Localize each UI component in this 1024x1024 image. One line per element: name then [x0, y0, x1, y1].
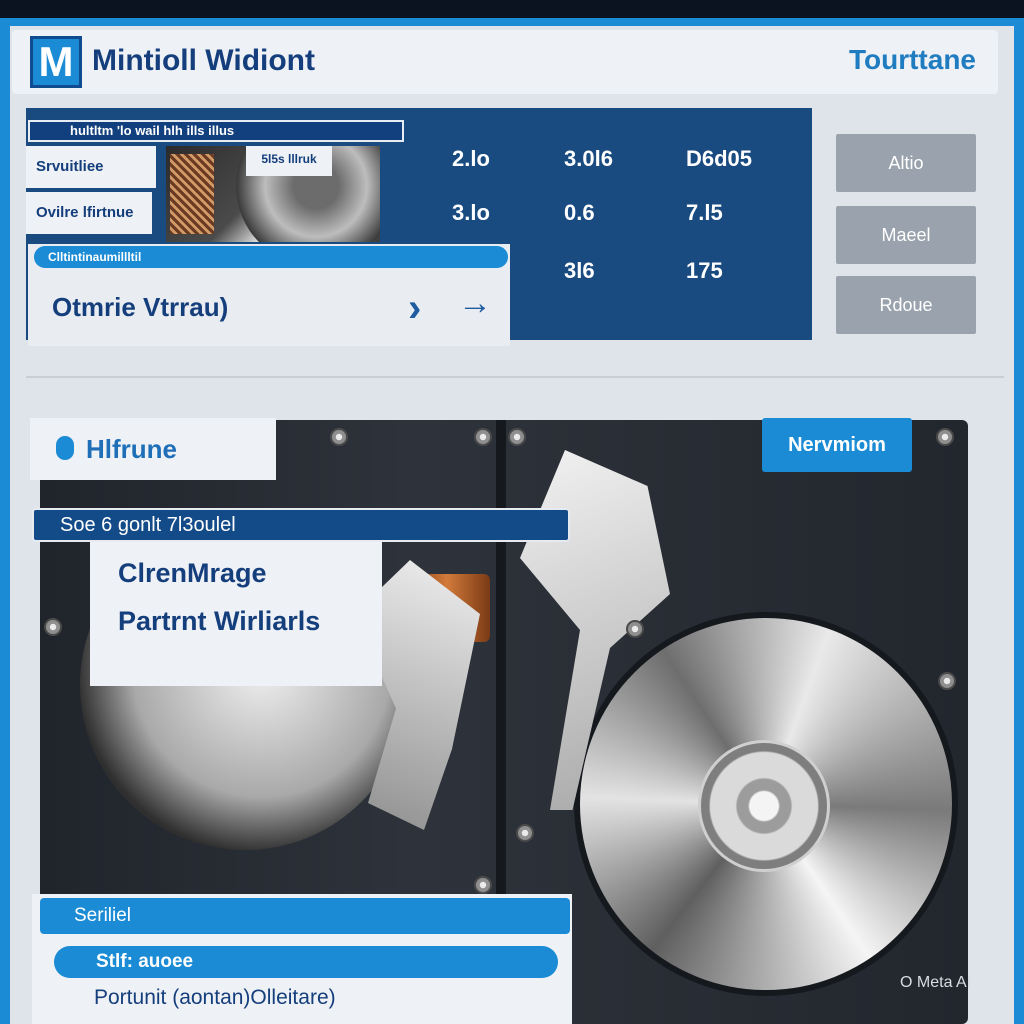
- arrow-right-icon[interactable]: →: [458, 286, 492, 320]
- app-logo-icon: M: [30, 36, 82, 88]
- watermark: O Meta AI: [900, 974, 972, 991]
- screw-icon: [626, 620, 644, 638]
- app-title: Mintioll Widiont: [92, 44, 315, 77]
- side-button-1[interactable]: Altio: [836, 134, 976, 192]
- header-right-link[interactable]: Tourttane: [849, 44, 976, 76]
- overlay-item-2[interactable]: Partrnt Wirliarls: [118, 606, 320, 637]
- screw-icon: [508, 428, 526, 446]
- chevron-right-icon[interactable]: ›: [408, 288, 421, 328]
- thumbnail-tag: 5l5s lllruk: [246, 146, 332, 176]
- stat-r2c3: 7.l5: [686, 200, 723, 225]
- screw-icon: [474, 428, 492, 446]
- screw-icon: [938, 672, 956, 690]
- sub-card-text[interactable]: Otmrie Vtrrau): [52, 292, 228, 323]
- grille-image: [170, 154, 214, 234]
- screw-icon: [936, 428, 954, 446]
- status-dot-icon: [56, 436, 74, 460]
- stat-r1c1: 2.lo: [452, 146, 490, 171]
- spindle-hub: [698, 740, 830, 872]
- stat-r1c3: D6d05: [686, 146, 753, 171]
- stat-r1c2: 3.0l6: [564, 146, 613, 171]
- bottom-pill-button[interactable]: Stlf: auoee: [54, 946, 558, 978]
- drive-thumbnail: 5l5s lllruk: [166, 146, 380, 242]
- overlay-item-1[interactable]: ClrenMrage: [118, 558, 267, 589]
- side-label-1[interactable]: Srvuitliee: [26, 146, 156, 188]
- screw-icon: [330, 428, 348, 446]
- overlay-bar: Soe 6 gonlt 7l3oulel: [32, 508, 570, 542]
- stat-r2c1: 3.lo: [452, 200, 490, 225]
- screw-icon: [474, 876, 492, 894]
- section-divider: [26, 376, 1004, 378]
- stat-r3c2: 3l6: [564, 258, 595, 283]
- bottom-text: Portunit (aontan)Olleitare): [94, 986, 336, 1009]
- bottom-bar: Seriliel: [40, 898, 570, 934]
- screw-icon: [516, 824, 534, 842]
- stat-r3c3: 175: [686, 258, 723, 283]
- sub-card-bar: Clltintinaumillltil: [34, 246, 508, 268]
- screw-icon: [44, 618, 62, 636]
- side-label-2[interactable]: Ovilre lfirtnue: [26, 192, 152, 234]
- stat-r2c2: 0.6: [564, 200, 595, 225]
- status-badge[interactable]: Nervmiom: [762, 418, 912, 472]
- logo-letter: M: [38, 38, 74, 85]
- window-top-bar: [0, 0, 1024, 18]
- side-button-2[interactable]: Maeel: [836, 206, 976, 264]
- panel-header-strip: hultltm 'lo wail hlh ills illus: [28, 120, 404, 142]
- side-button-3[interactable]: Rdoue: [836, 276, 976, 334]
